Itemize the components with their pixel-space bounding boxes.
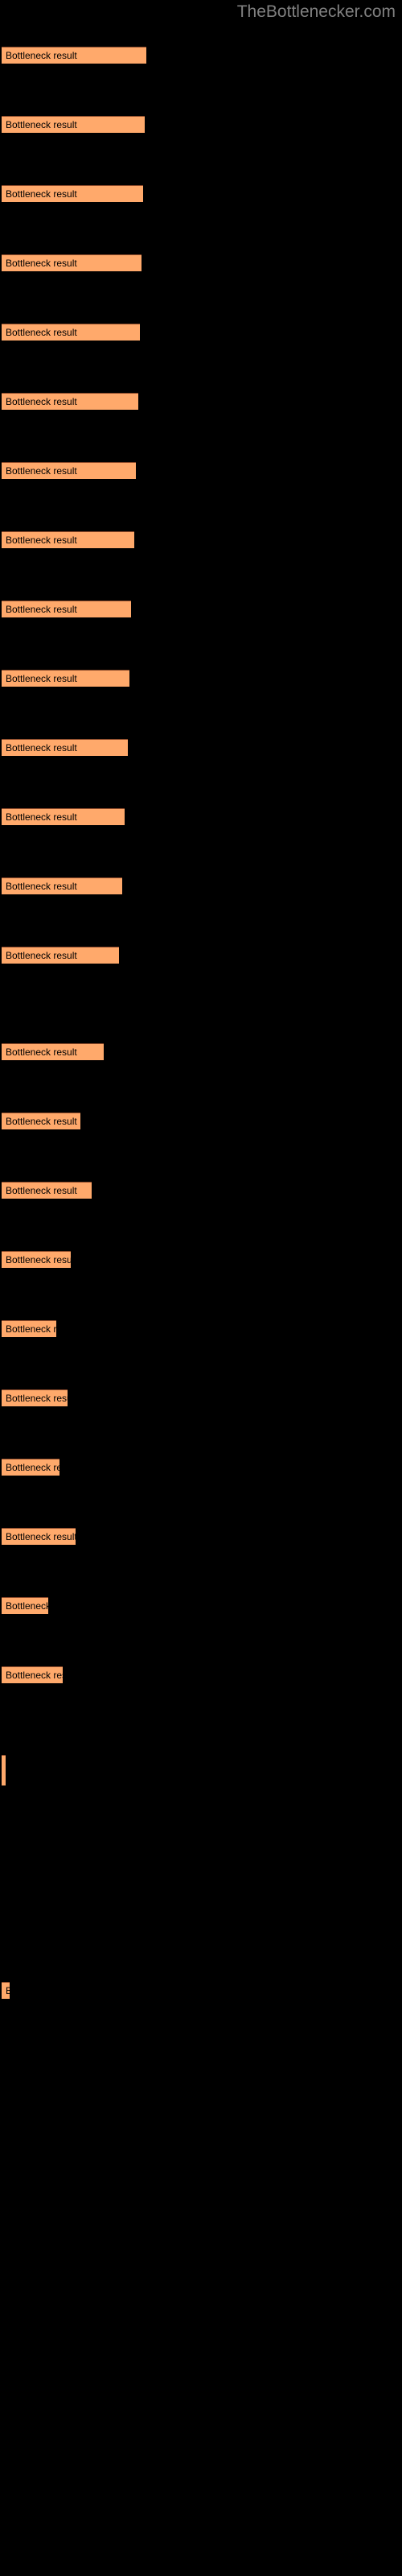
bar[interactable]: Bottleneck result (2, 670, 129, 687)
bar[interactable]: Bottleneck result (2, 393, 138, 410)
bar-label: Bottleneck result (6, 1531, 76, 1542)
bar[interactable]: Bottleneck result (2, 1528, 76, 1545)
bar-label: Bottleneck result (6, 1254, 71, 1265)
bar-label: Bottleneck result (6, 811, 77, 823)
bar[interactable]: Bottleneck result (2, 1043, 104, 1060)
bar[interactable]: Bottleneck result (2, 1182, 92, 1199)
bar[interactable]: Bottleneck result (2, 47, 146, 64)
bottleneck-bar-chart: Bottleneck result Bottleneck result Bottle… (0, 0, 402, 2576)
bar-label: Bottleneck result (6, 1985, 10, 1996)
bar[interactable]: Bottleneck result (2, 808, 125, 825)
bar[interactable]: Bottleneck result (2, 877, 122, 894)
bar-label: Bottleneck result (6, 396, 77, 407)
bar[interactable]: Bottleneck result (2, 531, 134, 548)
bar[interactable]: Bottleneck result (2, 739, 128, 756)
bar-label: Bottleneck result (6, 50, 77, 61)
bar-label: Bottleneck result (6, 742, 77, 753)
bar-label: Bottleneck result (6, 258, 77, 269)
bar-label: Bottleneck result (6, 604, 77, 615)
bar-label: Bottleneck result (6, 1185, 77, 1196)
bar-label: Bottleneck result (6, 535, 77, 546)
bar[interactable]: Bottleneck result (2, 1389, 68, 1406)
bar[interactable]: Bottleneck result (2, 601, 131, 617)
bar[interactable]: Bottleneck result (2, 116, 145, 133)
bar-label: Bottleneck result (6, 119, 77, 130)
bar-label: Bottleneck result (6, 1462, 59, 1473)
bar-label: Bottleneck result (6, 188, 77, 200)
bar-label: Bottleneck result (6, 1323, 56, 1335)
bar-label: Bottleneck result (6, 881, 77, 892)
bar-label: Bottleneck result (6, 327, 77, 338)
bar-label: Bottleneck result (6, 673, 77, 684)
bar-label: Bottleneck result (6, 1393, 68, 1404)
bar-label: Bottleneck result (6, 1600, 48, 1612)
bar[interactable]: Bottleneck result (2, 185, 143, 202)
bar-label: Bottleneck result (6, 1116, 77, 1127)
bar[interactable]: Bottleneck result (2, 462, 136, 479)
bar[interactable]: Bottleneck result (2, 324, 140, 341)
page-root: TheBottlenecker.com Bottleneck result Bot… (0, 0, 402, 2576)
bar[interactable]: Bottleneck result (2, 1666, 63, 1683)
bar[interactable]: Bottleneck result (2, 1320, 56, 1337)
bar[interactable]: Bottleneck result (2, 1597, 48, 1614)
bar[interactable]: Bottleneck result (2, 1755, 6, 1785)
bar-label: Bottleneck result (6, 950, 77, 961)
bar[interactable]: Bottleneck result (2, 947, 119, 964)
bar-label: Bottleneck result (6, 1046, 77, 1058)
bar-label: Bottleneck result (6, 1670, 63, 1681)
bar[interactable]: Bottleneck result (2, 254, 142, 271)
bar-label: Bottleneck result (6, 465, 77, 477)
bar[interactable]: Bottleneck result (2, 1459, 59, 1476)
bar[interactable]: Bottleneck result (2, 1113, 80, 1129)
bar[interactable]: Bottleneck result (2, 1982, 10, 1999)
bar[interactable]: Bottleneck result (2, 1251, 71, 1268)
